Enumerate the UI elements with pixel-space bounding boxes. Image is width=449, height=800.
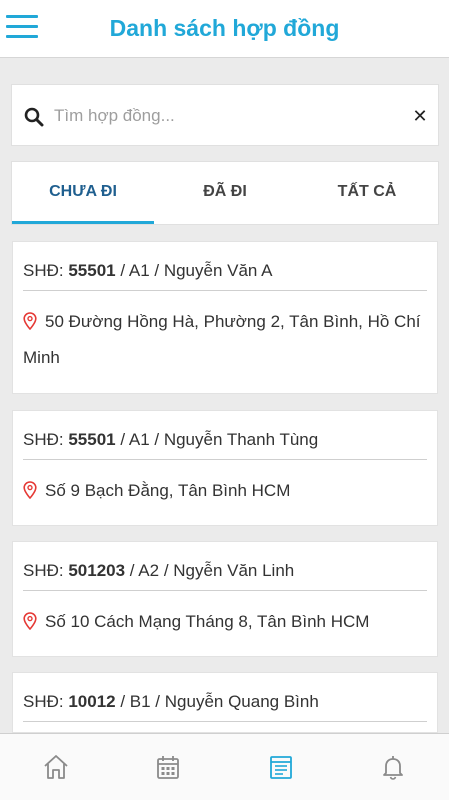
- nav-calendar[interactable]: [112, 734, 224, 800]
- contract-header: SHĐ: 55501 / A1 / Nguyễn Thanh Tùng: [23, 430, 427, 460]
- location-pin-icon: [23, 481, 37, 499]
- contract-number: 55501: [68, 430, 116, 449]
- contract-list-icon: [269, 756, 292, 779]
- contract-number: 501203: [68, 561, 126, 580]
- contract-header: SHĐ: 10012 / B1 / Nguyễn Quang Bình: [23, 692, 427, 722]
- page-title: Danh sách hợp đồng: [109, 15, 340, 41]
- contract-address: Số 10 Cách Mạng Tháng 8, Tân Bình HCM: [23, 604, 429, 640]
- contract-header: SHĐ: 501203 / A2 / Ngyễn Văn Linh: [23, 561, 427, 591]
- tab-da-di[interactable]: ĐÃ ĐI: [154, 162, 296, 224]
- contract-header: SHĐ: 55501 / A1 / Nguyễn Văn A: [23, 261, 427, 291]
- contract-number: 10012: [68, 692, 116, 711]
- contract-number: 55501: [68, 261, 116, 280]
- contract-address: Số 9 Bạch Đằng, Tân Bình HCM: [23, 473, 429, 509]
- nav-contracts[interactable]: [225, 734, 337, 800]
- location-pin-icon: [23, 612, 37, 630]
- contract-card[interactable]: SHĐ: 55501 / A1 / Nguyễn Văn A 50 Đường …: [12, 241, 438, 394]
- contract-address: 50 Đường Hồng Hà, Phường 2, Tân Bình, Hồ…: [23, 312, 421, 367]
- home-icon: [44, 755, 68, 779]
- search-icon: [24, 107, 44, 127]
- tab-tat-ca[interactable]: TẤT CẢ: [296, 162, 438, 224]
- app-header: Danh sách hợp đồng: [0, 0, 449, 58]
- clear-search-icon[interactable]: ✕: [410, 104, 430, 128]
- calendar-icon: [157, 756, 180, 779]
- location-pin-icon: [23, 312, 37, 330]
- nav-notifications[interactable]: [337, 734, 449, 800]
- contract-card[interactable]: SHĐ: 55501 / A1 / Nguyễn Thanh Tùng Số 9…: [12, 410, 438, 526]
- nav-home[interactable]: [0, 734, 112, 800]
- tab-bar: CHƯA ĐI ĐÃ ĐI TẤT CẢ: [11, 161, 439, 225]
- contract-card[interactable]: SHĐ: 10012 / B1 / Nguyễn Quang Bình: [12, 672, 438, 733]
- tab-chua-di[interactable]: CHƯA ĐI: [12, 162, 154, 224]
- search-input[interactable]: [54, 99, 404, 133]
- contract-card[interactable]: SHĐ: 501203 / A2 / Ngyễn Văn Linh Số 10 …: [12, 541, 438, 657]
- bell-icon: [382, 756, 403, 780]
- search-bar: ✕: [11, 84, 439, 146]
- bottom-navigation: [0, 733, 449, 800]
